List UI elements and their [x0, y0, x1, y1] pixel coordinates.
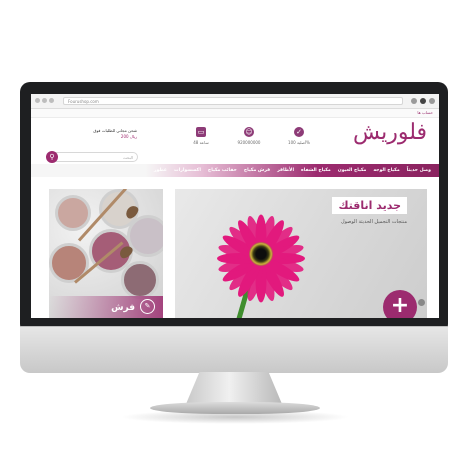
hero-title: جديد اناقتك: [332, 197, 407, 214]
menu-icon[interactable]: [429, 98, 435, 104]
nav-item-accessories[interactable]: اكسسوارات: [174, 168, 201, 173]
monitor-chin: [20, 326, 448, 373]
feature-support: ☺ 920000000: [229, 127, 269, 145]
search-icon: ⚲: [49, 153, 55, 161]
nav-item-brushes[interactable]: فرش مكياج: [244, 168, 270, 173]
flower-center: [249, 242, 273, 266]
browser-toolbar: Fourushop.com: [31, 94, 439, 109]
reload-button-icon[interactable]: [49, 98, 54, 103]
plus-button[interactable]: +: [383, 290, 417, 318]
monitor-stand-neck: [186, 372, 282, 404]
banner-caption: فرش: [111, 303, 135, 313]
promo-text: شحن مجاني للطلبات فوق 200 ريال: [57, 128, 137, 140]
forward-button-icon[interactable]: [42, 98, 47, 103]
nav-item-face[interactable]: مكياج الوجه: [373, 168, 399, 173]
nav-item-lips[interactable]: مكياج الشفاه: [301, 168, 331, 173]
search-button[interactable]: ⚲: [46, 151, 58, 163]
promo-highlight: 200 ريال: [120, 134, 137, 139]
monitor-stand-base: [150, 402, 320, 414]
star-icon[interactable]: [411, 98, 417, 104]
nav-item-nails[interactable]: الأظافر: [277, 168, 294, 173]
eyeshadow-pan: [55, 195, 91, 231]
plus-icon: +: [390, 293, 410, 318]
nav-item-new[interactable]: وصل حديثاً: [407, 168, 431, 173]
site-top-strip: حساب ها: [31, 109, 439, 118]
monitor-screen: Fourushop.com حساب ها فلوريش ✓ أصلية 100…: [31, 94, 439, 318]
eyeshadow-pan: [121, 261, 159, 299]
check-badge-icon: ✓: [294, 127, 304, 137]
nav-item-perfumes[interactable]: عطور: [154, 168, 167, 173]
feature-label: أصلية 100%: [288, 140, 310, 145]
hero-subtitle: منتجات التجميل الحديثة الوصول: [340, 219, 407, 225]
back-button-icon[interactable]: [35, 98, 40, 103]
feature-authentic: ✓ أصلية 100%: [279, 127, 319, 145]
slider-next-icon[interactable]: [418, 299, 425, 306]
nav-item-bags[interactable]: حقائب مكياج: [208, 168, 237, 173]
banner-caption-bar: فرش ✎: [49, 296, 163, 318]
brush-icon: ✎: [140, 299, 155, 314]
account-link[interactable]: حساب ها: [417, 110, 433, 115]
brushes-banner[interactable]: فرش ✎: [49, 189, 163, 318]
hero-slider[interactable]: جديد اناقتك منتجات التجميل الحديثة الوصو…: [175, 189, 427, 318]
main-nav: وصل حديثاً مكياج الوجه مكياج العيون مكيا…: [31, 164, 439, 177]
support-agent-icon: ☺: [244, 127, 254, 137]
feature-delivery: ▭ 48 ساعة: [181, 127, 221, 145]
extension-icon[interactable]: [420, 98, 426, 104]
nav-item-eyes[interactable]: مكياج العيون: [338, 168, 367, 173]
feature-label: 48 ساعة: [193, 140, 209, 145]
delivery-truck-icon: ▭: [196, 127, 206, 137]
feature-label: 920000000: [237, 140, 261, 145]
address-bar[interactable]: Fourushop.com: [63, 97, 403, 105]
site-logo[interactable]: فلوريش: [353, 120, 428, 145]
search-input[interactable]: البحث: [48, 152, 138, 162]
